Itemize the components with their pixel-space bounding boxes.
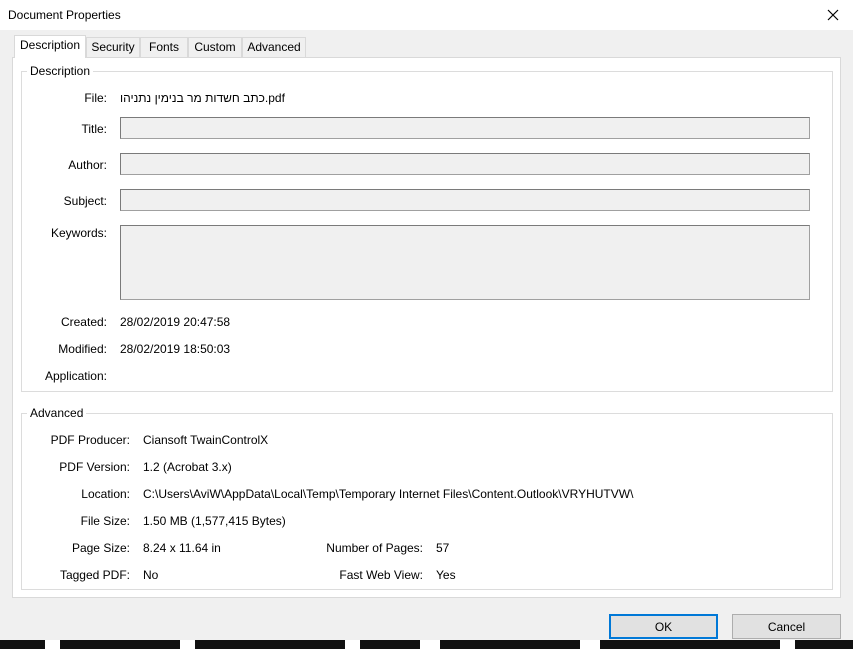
fast-web-view-label: Fast Web View:: [339, 568, 423, 582]
author-field[interactable]: [120, 153, 810, 175]
number-of-pages-label: Number of Pages:: [326, 541, 423, 555]
location-label: Location:: [81, 487, 130, 501]
background-ink: [360, 640, 420, 649]
background-ink: [195, 640, 345, 649]
page-size-value: 8.24 x 11.64 in: [143, 541, 221, 555]
file-value: כתב חשדות מר בנימין נתניהו.pdf: [120, 91, 285, 105]
background-ink: [600, 640, 780, 649]
tagged-pdf-label: Tagged PDF:: [59, 568, 130, 582]
number-of-pages-value: 57: [436, 541, 450, 555]
background-document-strip: [0, 640, 853, 649]
background-ink: [60, 640, 180, 649]
tab-description[interactable]: Description: [14, 35, 86, 58]
application-label: Application:: [44, 369, 107, 383]
tab-custom[interactable]: Custom: [188, 37, 242, 57]
location-value: C:\Users\AviW\AppData\Local\Temp\Tempora…: [143, 487, 634, 501]
ok-button[interactable]: OK: [609, 614, 718, 639]
page-size-label: Page Size:: [71, 541, 130, 555]
subject-label: Subject:: [63, 194, 107, 208]
close-icon: [827, 9, 839, 21]
created-label: Created:: [60, 315, 107, 329]
description-legend: Description: [27, 64, 94, 78]
background-ink: [795, 640, 853, 649]
pdf-producer-value: Ciansoft TwainControlX: [143, 433, 269, 447]
tab-panel: Description File: כתב חשדות מר בנימין נת…: [12, 57, 841, 598]
tab-security[interactable]: Security: [86, 37, 140, 57]
author-label: Author:: [68, 158, 107, 172]
title-field[interactable]: [120, 117, 810, 139]
cancel-button[interactable]: Cancel: [732, 614, 841, 639]
file-label: File:: [84, 91, 107, 105]
keywords-field[interactable]: [120, 225, 810, 300]
window-title: Document Properties: [8, 8, 121, 22]
pdf-producer-label: PDF Producer:: [50, 433, 130, 447]
tab-advanced[interactable]: Advanced: [242, 37, 306, 57]
created-value: 28/02/2019 20:47:58: [120, 315, 231, 329]
file-size-value: 1.50 MB (1,577,415 Bytes): [143, 514, 286, 528]
file-size-label: File Size:: [80, 514, 130, 528]
tagged-pdf-value: No: [143, 568, 159, 582]
close-button[interactable]: [813, 0, 853, 30]
pdf-version-value: 1.2 (Acrobat 3.x): [143, 460, 232, 474]
background-ink: [0, 640, 45, 649]
advanced-legend: Advanced: [27, 406, 87, 420]
title-bar: Document Properties: [0, 0, 853, 30]
fast-web-view-value: Yes: [436, 568, 456, 582]
pdf-version-label: PDF Version:: [59, 460, 130, 474]
tab-fonts[interactable]: Fonts: [140, 37, 188, 57]
subject-field[interactable]: [120, 189, 810, 211]
modified-label: Modified:: [58, 342, 107, 356]
background-ink: [440, 640, 580, 649]
keywords-label: Keywords:: [50, 226, 107, 240]
modified-value: 28/02/2019 18:50:03: [120, 342, 231, 356]
title-label: Title:: [81, 122, 107, 136]
